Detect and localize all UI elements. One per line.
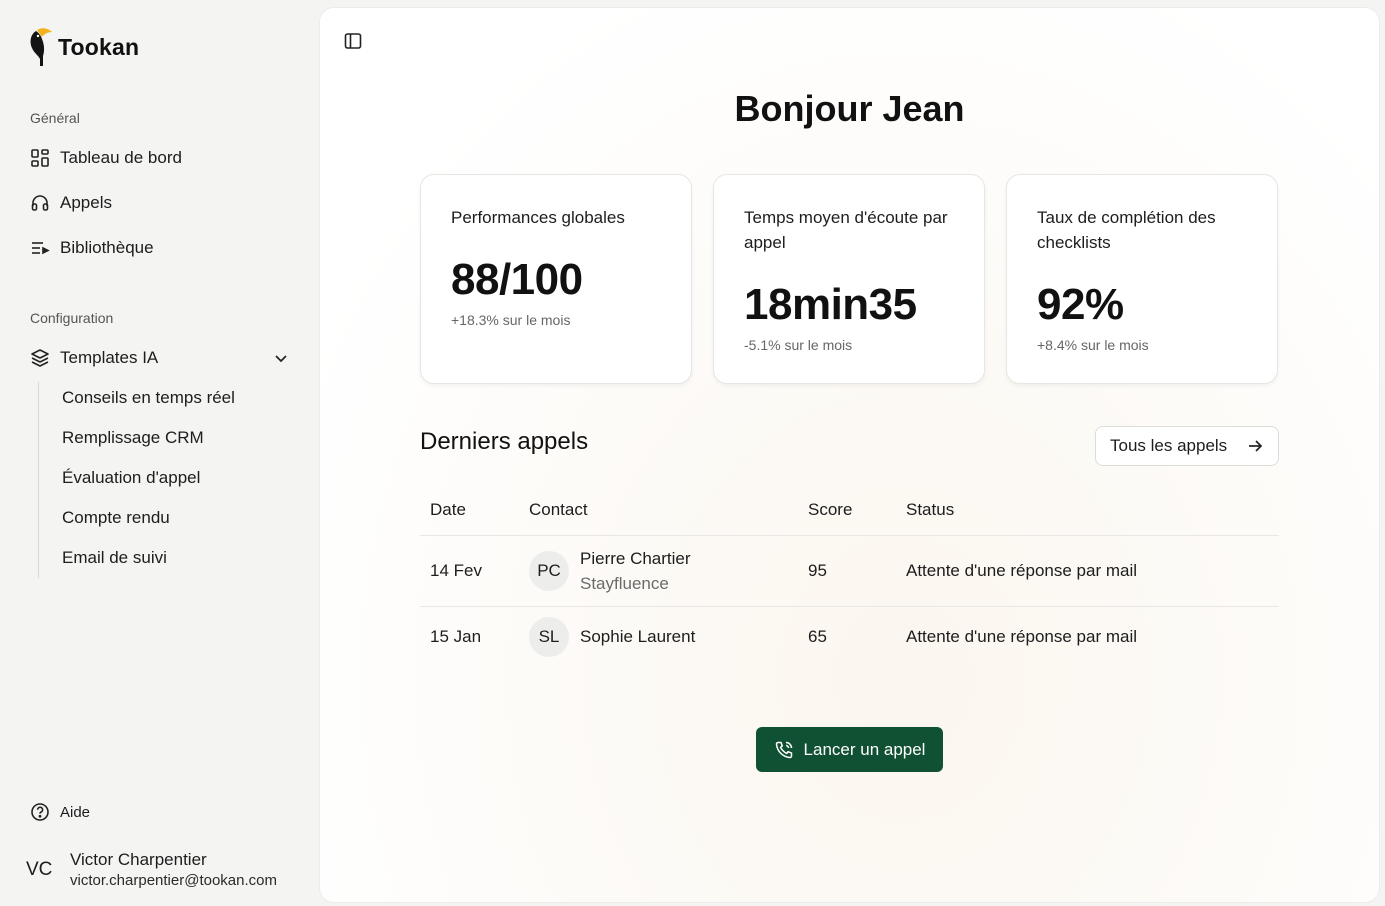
start-call-label: Lancer un appel [803,739,926,759]
help-link[interactable]: Aide [30,802,90,822]
stat-card-value: 92% [1037,280,1124,329]
sidebar-item-templates[interactable]: Templates IA [30,348,158,368]
user-email: victor.charpentier@tookan.com [70,872,277,889]
sidebar-toggle-icon[interactable] [344,32,362,50]
arrow-right-icon [1249,440,1263,452]
section-general-label: Général [30,110,80,126]
stat-card-title: Performances globales [451,208,625,227]
phone-call-icon [775,741,792,758]
cell-status: Attente d'une réponse par mail [906,627,1138,646]
stat-card-performance: Performances globales 88/100 +18.3% sur … [420,174,692,384]
contact-company: Stayfluence [580,574,669,593]
user-profile[interactable]: VC Victor Charpentier victor.charpentier… [26,850,277,889]
sidebar-item-label: Tableau de bord [60,148,182,167]
grid-icon [31,149,49,167]
section-configuration-label: Configuration [30,310,114,326]
avatar: SL [529,617,569,657]
all-calls-button[interactable]: Tous les appels [1095,426,1279,466]
column-header-score: Score [808,500,853,519]
sidebar-subitem-crm-fill[interactable]: Remplissage CRM [62,428,204,448]
stat-card-value: 18min35 [744,280,917,329]
help-circle-icon [31,803,49,821]
column-header-status: Status [906,500,955,519]
start-call-button[interactable]: Lancer un appel [756,727,943,772]
stat-card-listening-time: Temps moyen d'écoute par appel 18min35 -… [713,174,985,384]
chevron-down-icon[interactable] [272,349,290,367]
stat-card-trend: -5.1% sur le mois [744,337,853,353]
sidebar: Tookan Général Tableau de bord Appels Bi… [0,0,320,906]
cell-date: 14 Fev [430,561,482,580]
stat-card-checklists: Taux de complétion des checklists 92% +8… [1006,174,1278,384]
column-header-contact: Contact [529,500,588,519]
subnav-divider [38,382,39,578]
sidebar-item-calls[interactable]: Appels [30,193,112,213]
sidebar-item-label: Templates IA [60,348,159,367]
sidebar-item-library[interactable]: Bibliothèque [30,238,154,258]
stat-card-value: 88/100 [451,255,583,304]
main-panel: Bonjour Jean Performances globales 88/10… [320,8,1379,902]
toucan-logo-icon [30,28,52,66]
recent-calls-title: Derniers appels [420,428,589,455]
layers-icon [31,349,49,367]
headphones-icon [31,195,49,211]
stat-card-trend: +18.3% sur le mois [451,312,571,328]
cell-score: 95 [808,561,827,580]
sidebar-subitem-call-evaluation[interactable]: Évaluation d'appel [62,468,200,488]
column-header-date: Date [430,500,466,519]
page-title: Bonjour Jean [734,88,965,129]
cell-status: Attente d'une réponse par mail [906,561,1138,580]
brand-name: Tookan [58,33,140,60]
sidebar-item-label: Bibliothèque [60,238,154,257]
help-label: Aide [60,803,91,821]
sidebar-subitem-summary[interactable]: Compte rendu [62,508,170,528]
divider [420,606,1279,607]
cell-score: 65 [808,627,827,646]
sidebar-item-label: Appels [60,193,112,212]
stat-card-title: Taux de complétion des checklists [1037,208,1216,252]
contact-name: Pierre Chartier [580,549,691,568]
cell-date: 15 Jan [430,627,482,646]
sidebar-subitem-followup-email[interactable]: Email de suivi [62,548,167,568]
stat-card-title: Temps moyen d'écoute par appel [744,208,948,252]
avatar: PC [529,551,569,591]
all-calls-label: Tous les appels [1110,436,1228,455]
sidebar-subitem-realtime-tips[interactable]: Conseils en temps réel [62,388,235,408]
user-name: Victor Charpentier [70,850,207,869]
logo[interactable]: Tookan [28,26,139,68]
avatar: VC [26,858,53,880]
divider [420,535,1279,536]
stat-card-trend: +8.4% sur le mois [1037,337,1149,353]
contact-name: Sophie Laurent [580,627,696,646]
playlist-icon [32,242,50,255]
sidebar-item-dashboard[interactable]: Tableau de bord [30,148,182,168]
